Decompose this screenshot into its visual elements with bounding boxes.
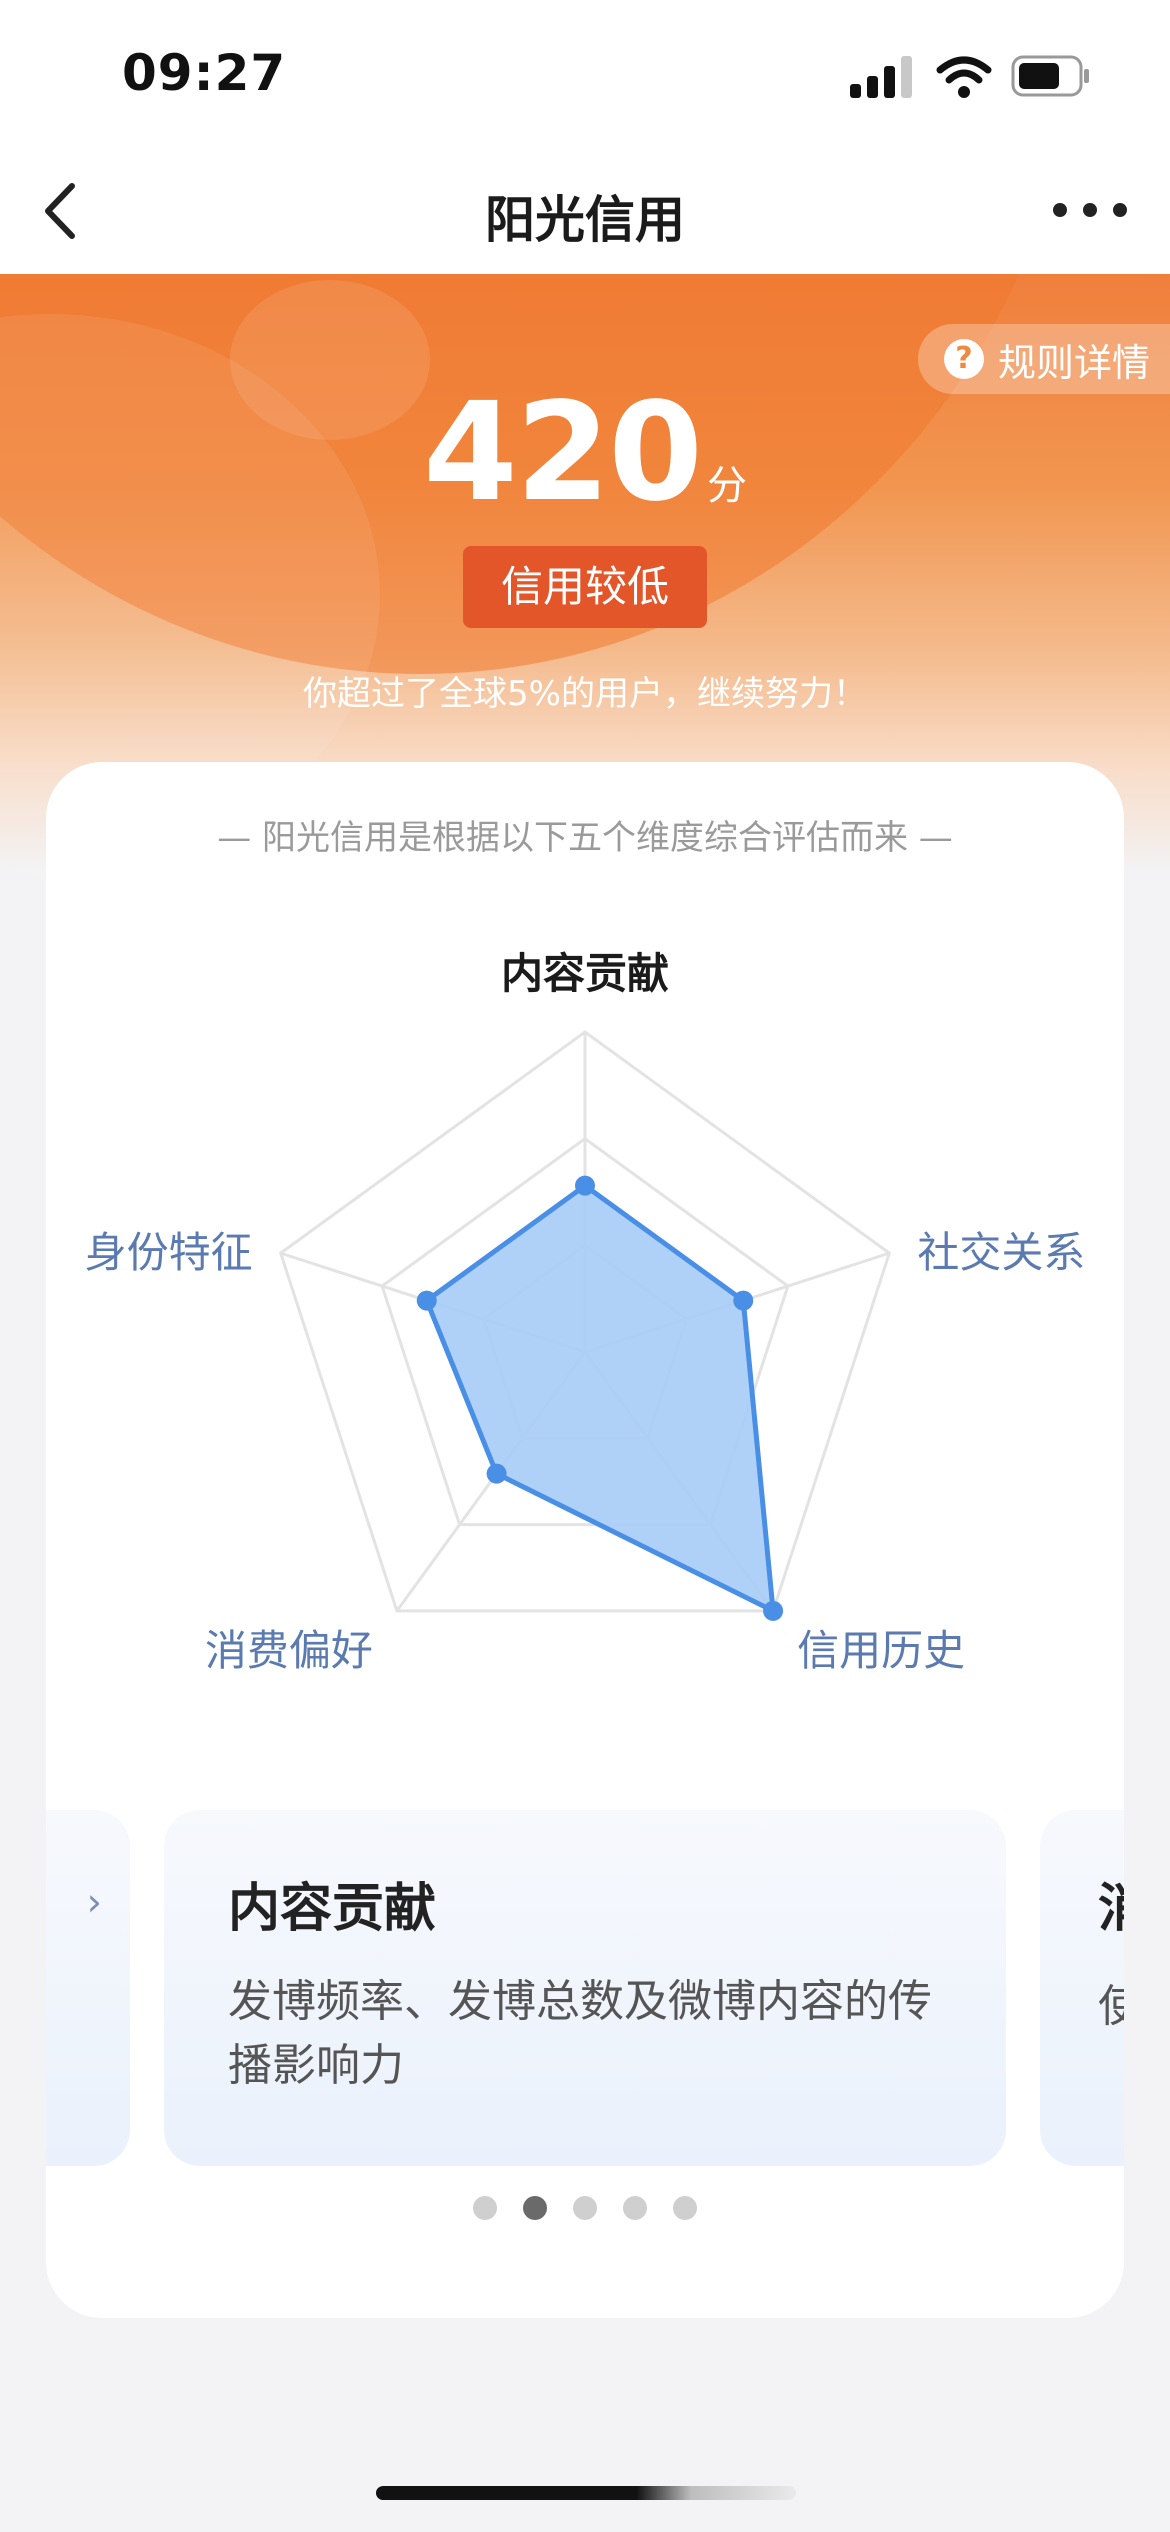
radar-point [575,1175,595,1196]
radar-point [416,1290,437,1311]
status-time: 09:27 [122,44,287,102]
carousel-pagination [46,2196,1124,2220]
score-value: 420 [423,374,703,532]
dimension-description: 发博频率、发博总数及微博内容的传播影响力 [228,1976,932,2091]
next-dimension-title: 消 [1098,1866,1124,1941]
radar-chart: 内容贡献社交关系信用历史 消费偏好 身份特征 [85,949,1086,1675]
question-icon: ? [943,339,984,379]
nav-bar: 阳光信用 [0,150,1170,274]
carousel-card-next[interactable]: 消 使 [1040,1810,1124,2166]
cellular-signal-icon [850,56,912,98]
ranking-description: 你超过了全球5%的用户，继续努力！ [303,674,867,714]
more-button[interactable] [1050,190,1130,230]
status-bar: 09:27 [0,0,1170,150]
score-display: 420 分 [0,374,1170,532]
next-dimension-description: 使 [1098,1981,1124,2032]
home-indicator [376,2486,796,2500]
more-horizontal-icon [1053,203,1127,217]
radar-axis-label: 社交关系 [917,1228,1085,1277]
pagination-dot[interactable] [473,2196,497,2220]
radar-axis-label: 内容贡献 [501,949,669,998]
status-icons [850,55,1089,98]
page-title: 阳光信用 [485,191,685,249]
radar-axis-label: 消费偏好 [205,1626,373,1675]
pagination-dot[interactable] [623,2196,647,2220]
carousel-card-current[interactable]: 内容贡献 发博频率、发博总数及微博内容的传播影响力 [164,1810,1006,2166]
pagination-dot[interactable] [673,2196,697,2220]
radar-point [763,1600,784,1621]
radar-point [486,1463,507,1484]
radar-area [424,1183,776,1614]
wifi-icon [936,56,992,98]
dimension-title: 内容贡献 [228,1879,437,1939]
dimension-card: — 阳光信用是根据以下五个维度综合评估而来 — 内容贡献 社交关系 信用历史 消费偏好… [46,762,1124,2318]
pagination-dot[interactable] [573,2196,597,2220]
radar-axis-label: 身份特征 [85,1228,253,1277]
score-unit: 分 [706,463,747,509]
pagination-dot[interactable] [523,2196,547,2220]
credit-level-badge: 信用较低 [463,546,707,628]
radar-axis-label: 信用历史 [797,1626,965,1675]
battery-icon [1011,55,1089,97]
carousel-card-prev[interactable]: › [46,1810,130,2166]
chevron-right-icon: › [86,1880,102,1924]
radar-point [733,1290,754,1311]
